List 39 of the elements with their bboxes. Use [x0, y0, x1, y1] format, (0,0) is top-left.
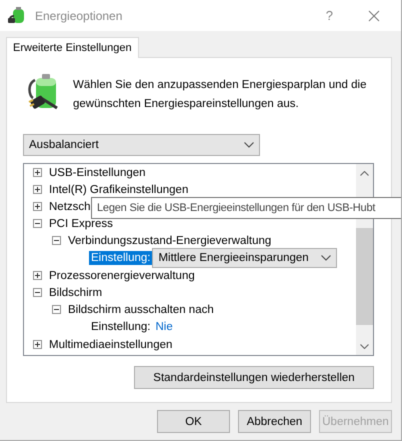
plan-dropdown[interactable]: Ausbalanciert [23, 134, 260, 156]
chevron-down-icon [321, 255, 332, 261]
expand-toggle[interactable] [33, 271, 42, 280]
scroll-down-icon[interactable] [360, 344, 369, 349]
battery-plug-icon [27, 72, 61, 112]
collapse-toggle[interactable] [52, 236, 61, 245]
tree-item[interactable]: Bildschirm [49, 286, 102, 298]
setting-dropdown[interactable]: Mittlere Energieeinsparungen [152, 248, 338, 268]
collapse-toggle[interactable] [33, 288, 42, 297]
tree-item[interactable]: Prozessorenergieverwaltung [49, 270, 195, 282]
expand-toggle[interactable] [33, 340, 42, 349]
setting-label[interactable]: Einstellung: [89, 320, 152, 334]
setting-value-link[interactable]: Nie [155, 321, 173, 333]
dialog-button[interactable]: OK [157, 410, 230, 433]
tree-item[interactable]: Netzsch [49, 200, 91, 212]
chevron-down-icon [244, 142, 254, 148]
restore-defaults-button[interactable]: Standardeinstellungen wiederherstellen [134, 366, 374, 389]
tree-item[interactable]: Intel(R) Grafikeinstellungen [49, 184, 188, 196]
help-button[interactable]: ? [326, 8, 333, 23]
tree-item[interactable]: Verbindungszustand-Energieverwaltung [68, 234, 272, 246]
tree-item[interactable]: Bildschirm ausschalten nach [68, 304, 214, 316]
expand-toggle[interactable] [33, 185, 42, 194]
tooltip: Legen Sie die USB-Energieeinstellungen für den USB-Hubt [91, 197, 401, 219]
tree-item[interactable]: PCI Express [49, 218, 113, 230]
scroll-up-icon[interactable] [360, 171, 369, 176]
collapse-toggle[interactable] [52, 305, 61, 314]
description-text: Wählen Sie den anzupassenden Energiesparplan und die gewünschten Energiespareinstellungen aus. [73, 78, 368, 112]
battery-plug-icon [7, 6, 27, 26]
setting-label[interactable]: Einstellung: [89, 251, 152, 265]
close-icon[interactable] [368, 10, 380, 22]
tab[interactable]: Erweiterte Einstellungen [6, 37, 139, 58]
collapse-toggle[interactable] [33, 219, 42, 228]
tree-item[interactable]: Multimediaeinstellungen [49, 338, 172, 350]
dialog-button[interactable]: Abbrechen [238, 410, 311, 433]
expand-toggle[interactable] [33, 168, 42, 177]
window-title: Energieoptionen [35, 8, 124, 22]
tree-item[interactable]: USB-Einstellungen [49, 166, 146, 178]
expand-toggle[interactable] [33, 202, 42, 211]
scroll-thumb[interactable] [356, 228, 373, 325]
